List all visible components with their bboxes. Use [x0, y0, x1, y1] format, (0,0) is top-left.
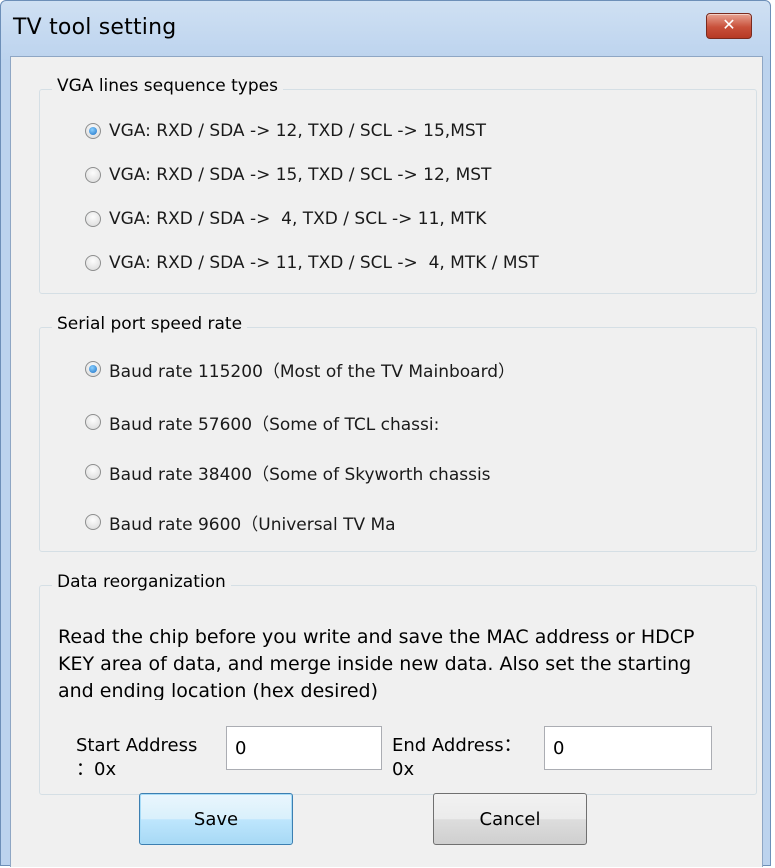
close-icon: ✕ [722, 15, 736, 34]
end-address-label: End Address： 0x [392, 735, 522, 780]
cancel-button[interactable]: Cancel [433, 793, 587, 845]
serial-group-legend: Serial port speed rate [52, 314, 248, 334]
dialog-client-area: VGA lines sequence types VGA: RXD / SDA … [10, 56, 763, 867]
radio-icon[interactable] [85, 167, 101, 183]
baud-option-label: Baud rate 115200（Most of the TV Mainboar… [109, 361, 516, 382]
baud-option-1[interactable]: Baud rate 115200（Most of the TV Mainboar… [85, 356, 515, 382]
data-group-legend: Data reorganization [52, 572, 231, 592]
data-reorganization-group: Data reorganization Read the chip before… [39, 572, 757, 795]
vga-option-label: VGA: RXD / SDA -> 4, TXD / SCL -> 11, MT… [109, 209, 487, 229]
vga-option-label: VGA: RXD / SDA -> 12, TXD / SCL -> 15,MS… [109, 121, 487, 141]
radio-selected-icon[interactable] [85, 123, 101, 139]
dialog-window: TV tool setting ✕ VGA lines sequence typ… [0, 0, 771, 867]
radio-icon[interactable] [85, 514, 101, 530]
data-description: Read the chip before you write and save … [58, 626, 695, 700]
baud-option-label: Baud rate 9600（Universal TV Ma [109, 514, 396, 535]
end-address-input[interactable] [544, 726, 712, 770]
baud-option-label: Baud rate 38400（Some of Skyworth chassis [109, 464, 491, 485]
start-address-input[interactable] [226, 726, 382, 770]
radio-selected-icon[interactable] [85, 361, 101, 377]
baud-option-4[interactable]: Baud rate 9600（Universal TV Ma [85, 509, 396, 535]
vga-option-3[interactable]: VGA: RXD / SDA -> 4, TXD / SCL -> 11, MT… [85, 206, 486, 232]
vga-group-legend: VGA lines sequence types [52, 76, 283, 96]
vga-sequence-group: VGA lines sequence types VGA: RXD / SDA … [39, 76, 757, 294]
start-address-label: Start Address ：0x [76, 735, 198, 780]
save-button-label: Save [193, 808, 239, 830]
radio-icon[interactable] [85, 464, 101, 480]
window-title: TV tool setting [13, 15, 177, 40]
close-button[interactable]: ✕ [706, 13, 752, 39]
radio-icon[interactable] [85, 414, 101, 430]
baud-option-3[interactable]: Baud rate 38400（Some of Skyworth chassis [85, 459, 491, 485]
radio-icon[interactable] [85, 255, 101, 271]
serial-speed-group: Serial port speed rate Baud rate 115200（… [39, 314, 757, 552]
vga-option-4[interactable]: VGA: RXD / SDA -> 11, TXD / SCL -> 4, MT… [85, 250, 539, 276]
save-button[interactable]: Save [139, 793, 293, 845]
vga-option-2[interactable]: VGA: RXD / SDA -> 15, TXD / SCL -> 12, M… [85, 162, 491, 188]
baud-option-2[interactable]: Baud rate 57600（Some of TCL chassi: [85, 409, 439, 435]
radio-icon[interactable] [85, 211, 101, 227]
baud-option-label: Baud rate 57600（Some of TCL chassi: [109, 414, 440, 435]
vga-option-label: VGA: RXD / SDA -> 15, TXD / SCL -> 12, M… [109, 165, 492, 185]
vga-option-1[interactable]: VGA: RXD / SDA -> 12, TXD / SCL -> 15,MS… [85, 118, 486, 144]
vga-option-label: VGA: RXD / SDA -> 11, TXD / SCL -> 4, MT… [109, 253, 539, 273]
cancel-button-label: Cancel [479, 808, 541, 830]
